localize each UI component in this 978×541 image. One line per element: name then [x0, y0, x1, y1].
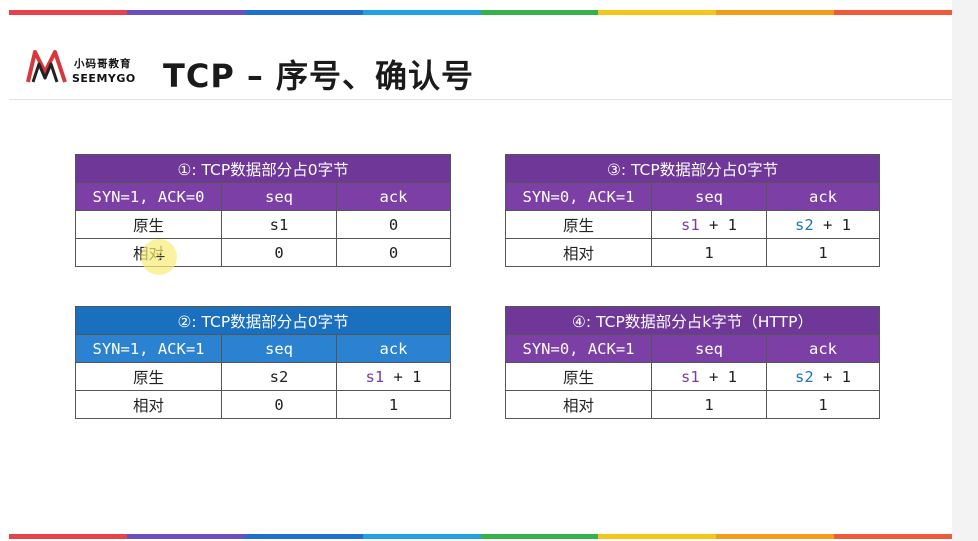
header-divider: [9, 99, 952, 100]
seq-cell: s1 + 1: [651, 362, 767, 391]
table-row: 相对 1 1: [505, 238, 881, 267]
seq-header: seq: [651, 182, 767, 211]
rainbow-top-bar: [9, 10, 952, 15]
table-row: 相对 0 0: [75, 238, 452, 267]
row-label: 相对: [75, 390, 222, 419]
seq-increment: + 1: [699, 367, 737, 386]
text-cursor-icon: ÷: [155, 250, 166, 265]
table-row: 相对 0 1: [75, 390, 452, 419]
table-row: 原生 s1 + 1 s2 + 1: [505, 210, 881, 239]
ack-header: ack: [765, 182, 881, 211]
table-caption: ①: TCP数据部分占0字节: [74, 154, 452, 183]
row-label: 相对: [505, 390, 652, 419]
ack-cell: 0: [335, 210, 452, 239]
table-row: 原生 s2 s1 + 1: [75, 362, 452, 391]
window-edge-shade: [952, 0, 978, 541]
table-row: 相对 1 1: [505, 390, 880, 419]
seq-header: seq: [221, 334, 337, 363]
ack-cell: 1: [335, 390, 452, 419]
table-row: 原生 s1 + 1 s2 + 1: [505, 362, 880, 391]
seq-header: seq: [221, 182, 337, 211]
ack-cell: 1: [765, 238, 881, 267]
flags-header: SYN=0, ACK=1: [505, 334, 652, 363]
row-label: 原生: [505, 362, 652, 391]
table-caption: ③: TCP数据部分占0字节: [504, 154, 881, 183]
ack-header: ack: [766, 334, 880, 363]
ack-header: ack: [335, 182, 452, 211]
ack-cell: s1 + 1: [335, 362, 452, 391]
table-caption: ④: TCP数据部分占k字节（HTTP）: [505, 306, 880, 335]
flags-header: SYN=1, ACK=0: [75, 182, 222, 211]
ack-cell: 1: [766, 390, 880, 419]
seq-cell: s1 + 1: [651, 210, 767, 239]
row-label: 原生: [505, 210, 652, 239]
seq-variable: s1: [681, 215, 700, 234]
seq-cell: 0: [221, 390, 337, 419]
row-label: 原生: [75, 362, 222, 391]
ack-cell: s2 + 1: [765, 210, 881, 239]
seq-cell: s2: [221, 362, 337, 391]
logo-chinese-name: 小码哥教育: [74, 58, 132, 70]
ack-cell: s2 + 1: [766, 362, 880, 391]
table-row: 原生 s1 0: [75, 210, 452, 239]
rainbow-bottom-bar: [9, 534, 952, 539]
tcp-table-4: ④: TCP数据部分占k字节（HTTP） SYN=0, ACK=1 seq ac…: [505, 306, 880, 419]
table-caption: ②: TCP数据部分占0字节: [74, 306, 452, 335]
row-label: 相对: [505, 238, 652, 267]
ack-increment: + 1: [384, 367, 422, 386]
ack-cell: 0: [335, 238, 452, 267]
logo-m-icon: [26, 50, 67, 83]
flags-header: SYN=0, ACK=1: [505, 182, 652, 211]
tcp-table-2: ②: TCP数据部分占0字节 SYN=1, ACK=1 seq ack 原生 s…: [74, 306, 452, 419]
seq-variable: s1: [681, 367, 700, 386]
flags-header: SYN=1, ACK=1: [75, 334, 222, 363]
ack-variable: s1: [365, 367, 385, 386]
row-label: 原生: [75, 210, 222, 239]
tcp-table-1: ①: TCP数据部分占0字节 SYN=1, ACK=0 seq ack 原生 s…: [74, 154, 452, 267]
ack-variable: s2: [795, 367, 814, 386]
seq-header: seq: [651, 334, 767, 363]
slide: 小码哥教育 SEEMYGO TCP – 序号、确认号 ①: TCP数据部分占0字…: [9, 10, 952, 541]
tcp-table-3: ③: TCP数据部分占0字节 SYN=0, ACK=1 seq ack 原生 s…: [504, 154, 881, 267]
ack-header: ack: [335, 334, 452, 363]
ack-variable: s2: [795, 215, 814, 234]
seemygo-logo: 小码哥教育 SEEMYGO: [25, 46, 149, 90]
seq-increment: + 1: [699, 215, 737, 234]
seq-cell: s1: [221, 210, 337, 239]
page-title: TCP – 序号、确认号: [163, 57, 475, 95]
seq-cell: 1: [651, 390, 767, 419]
ack-increment: + 1: [813, 367, 851, 386]
logo-english-name: SEEMYGO: [72, 72, 136, 85]
seq-cell: 1: [651, 238, 767, 267]
seq-cell: 0: [221, 238, 337, 267]
ack-increment: + 1: [813, 215, 851, 234]
